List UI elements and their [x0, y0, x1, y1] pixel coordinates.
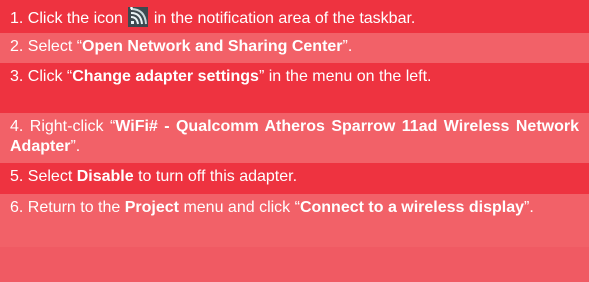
step-text: in the notification area of the taskbar. — [153, 10, 416, 27]
step-number: 5. — [10, 168, 24, 185]
step-number: 6. — [10, 199, 24, 216]
step-text: Click the icon — [27, 10, 123, 27]
step-number: 1. — [10, 10, 24, 27]
step-2: 2. Select “Open Network and Sharing Cent… — [0, 33, 589, 63]
menu-item-name: Connect to a wireless display — [299, 199, 525, 216]
step-6: 6. Return to the Project menu and click … — [0, 194, 589, 247]
action-name: Disable — [76, 168, 134, 185]
step-text: to turn off this adapter. — [138, 168, 298, 185]
step-number: 2. — [10, 38, 24, 55]
step-text: ”. — [342, 38, 353, 55]
step-text: ”. — [70, 138, 81, 155]
step-text: Select — [27, 168, 73, 185]
step-text: ”. — [524, 199, 534, 216]
step-text: ” in the menu on the left. — [258, 68, 432, 85]
menu-name: Project — [124, 199, 179, 216]
step-text: menu and click “ — [183, 199, 300, 216]
step-3: 3. Click “Change adapter settings” in th… — [0, 63, 589, 113]
step-text: Select “ — [27, 38, 83, 55]
step-5: 5. Select Disable to turn off this adapt… — [0, 163, 589, 194]
instruction-list: 1. Click the icon in the notification ar… — [0, 0, 589, 282]
step-text: Return to the — [27, 199, 121, 216]
step-4: 4. Right-click “WiFi# - Qualcomm Atheros… — [0, 113, 589, 163]
step-text: Click “ — [27, 68, 73, 85]
menu-item-name: Change adapter settings — [72, 68, 259, 85]
wireless-network-icon — [128, 7, 149, 27]
step-number: 3. — [10, 68, 24, 85]
step-text: Right-click “ — [29, 118, 116, 135]
menu-item-name: Open Network and Sharing Center — [82, 38, 343, 55]
step-1: 1. Click the icon in the notification ar… — [0, 0, 589, 33]
step-number: 4. — [10, 118, 24, 135]
